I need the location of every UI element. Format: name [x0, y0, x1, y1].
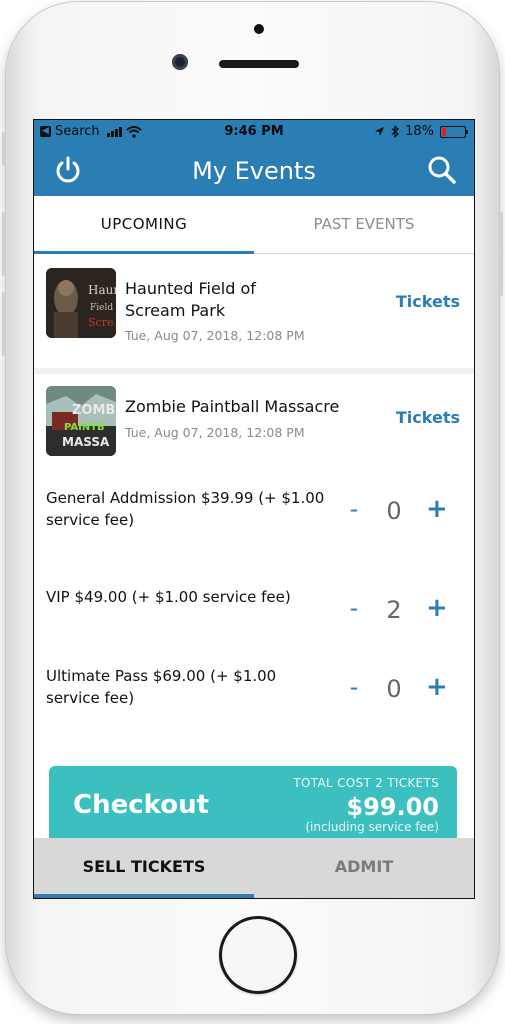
event-date: Tue, Aug 07, 2018, 12:08 PM — [125, 425, 305, 440]
ticket-quantity: 0 — [386, 675, 402, 703]
thumb-text: ZOMB — [72, 403, 115, 418]
earpiece-speaker — [219, 60, 299, 68]
decrement-button[interactable]: - — [346, 495, 362, 523]
event-card[interactable]: ZOMB PAINTB MASSA Zombie Paintball Massa… — [34, 374, 474, 468]
volume-down-button — [2, 292, 6, 356]
app-screen: ◀ Search 9:46 PM 18% My Events UPCOMING … — [33, 119, 475, 899]
battery-fill — [442, 127, 447, 136]
volume-up-button — [2, 212, 6, 276]
ticket-quantity: 0 — [386, 497, 402, 525]
location-icon — [375, 127, 385, 136]
front-camera — [172, 54, 188, 70]
event-title: Haunted Field of Scream Park — [125, 278, 256, 322]
ticket-row: Ultimate Pass $69.00 (+ $1.00 service fe… — [34, 665, 474, 713]
proximity-sensor — [254, 24, 264, 34]
increment-button[interactable]: + — [426, 672, 448, 702]
tab-past-events[interactable]: PAST EVENTS — [254, 196, 474, 253]
decrement-button[interactable]: - — [346, 594, 362, 622]
decrement-button[interactable]: - — [346, 673, 362, 701]
event-title: Zombie Paintball Massacre — [125, 397, 340, 416]
event-title-line: Scream Park — [125, 301, 226, 320]
thumb-text: Scre — [88, 316, 113, 329]
nav-admit[interactable]: ADMIT — [254, 838, 474, 896]
ticket-label-line: service fee) — [46, 511, 135, 529]
tickets-link[interactable]: Tickets — [396, 408, 460, 427]
increment-button[interactable]: + — [426, 494, 448, 524]
ticket-label: VIP $49.00 (+ $1.00 service fee) — [46, 586, 336, 608]
status-bar: ◀ Search 9:46 PM 18% — [34, 120, 474, 144]
tab-upcoming[interactable]: UPCOMING — [34, 196, 254, 253]
power-side-button — [499, 212, 503, 296]
active-nav-indicator — [34, 894, 254, 898]
total-amount: $99.00 — [346, 793, 439, 821]
mute-switch — [2, 132, 6, 166]
ticket-row: VIP $49.00 (+ $1.00 service fee) - 2 + — [34, 586, 474, 634]
search-icon[interactable] — [426, 154, 458, 186]
home-button[interactable] — [219, 916, 297, 994]
ticket-row: General Addmission $39.99 (+ $1.00 servi… — [34, 487, 474, 535]
battery-percent: 18% — [405, 124, 434, 139]
increment-button[interactable]: + — [426, 593, 448, 623]
ticket-label-line: VIP $49.00 (+ $1.00 service fee) — [46, 588, 291, 606]
event-tabs: UPCOMING PAST EVENTS — [34, 196, 474, 254]
thumb-text: MASSA — [62, 435, 110, 449]
ticket-label-line: service fee) — [46, 689, 135, 707]
thumb-text: PAINTB — [64, 422, 105, 433]
bluetooth-icon — [391, 125, 400, 138]
battery-icon — [440, 125, 468, 138]
thumb-text: Haunt — [88, 283, 116, 297]
ticket-label: Ultimate Pass $69.00 (+ $1.00 service fe… — [46, 665, 336, 709]
service-fee-note: (including service fee) — [305, 820, 439, 834]
page-title: My Events — [192, 157, 316, 185]
ticket-quantity: 2 — [386, 596, 402, 624]
event-date: Tue, Aug 07, 2018, 12:08 PM — [125, 328, 305, 343]
bottom-nav: SELL TICKETS ADMIT — [34, 838, 474, 898]
event-thumbnail: ZOMB PAINTB MASSA — [46, 386, 116, 456]
event-thumbnail: Haunt Field Scre — [46, 268, 116, 338]
nav-sell-tickets[interactable]: SELL TICKETS — [34, 838, 254, 896]
thumb-text: Field — [90, 303, 113, 313]
tickets-link[interactable]: Tickets — [396, 292, 460, 311]
total-cost-label: TOTAL COST 2 TICKETS — [293, 776, 439, 790]
event-title-line: Haunted Field of — [125, 279, 256, 298]
ticket-label-line: Ultimate Pass $69.00 (+ $1.00 — [46, 667, 277, 685]
ticket-label-line: General Addmission $39.99 (+ $1.00 — [46, 489, 325, 507]
event-card[interactable]: Haunt Field Scre Haunted Field of Scream… — [34, 254, 474, 368]
ticket-label: General Addmission $39.99 (+ $1.00 servi… — [46, 487, 336, 531]
checkout-label: Checkout — [73, 790, 210, 820]
app-bar: My Events — [34, 144, 474, 196]
